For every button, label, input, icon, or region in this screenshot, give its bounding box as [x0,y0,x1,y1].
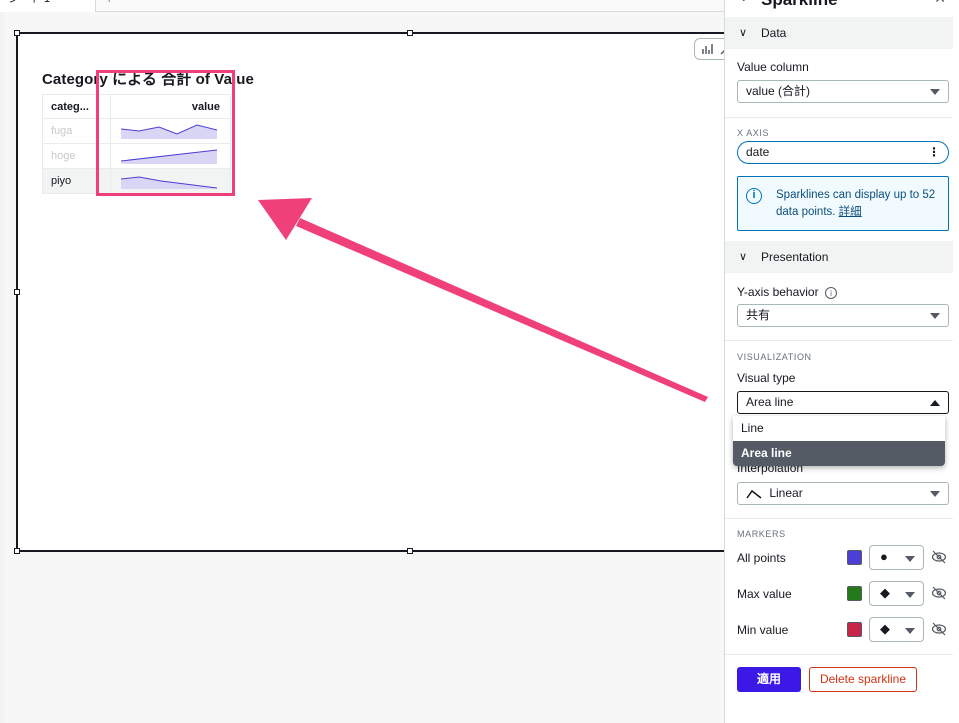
visualization-caption: VISUALIZATION [737,352,812,362]
value-column-label: Value column [737,60,809,74]
y-axis-select[interactable]: 共有 [737,304,949,327]
resize-handle-w[interactable] [14,289,20,295]
resize-handle-sw[interactable] [14,548,20,554]
visual-type-select[interactable]: Area line [737,391,949,414]
back-arrow-icon[interactable]: ‹ [741,0,745,5]
marker-label: Max value [737,587,792,601]
eye-off-icon[interactable] [931,621,947,637]
marker-row-max-value: Max value ◆ [737,580,949,608]
section-data-label: Data [761,26,787,40]
add-sheet-button[interactable]: + [106,0,112,6]
sheet-tab-active[interactable]: シート 1 [0,0,96,12]
app-window: シート 1 + Category による 合計 of Value categ..… [0,0,959,723]
color-swatch[interactable] [847,622,862,637]
section-presentation-header[interactable]: ∨ Presentation [725,241,953,273]
info-icon[interactable]: i [824,286,837,299]
option-area-line[interactable]: Area line [733,441,945,466]
value-column-value: value (合計) [746,84,811,98]
diamond-icon: ◆ [880,585,890,600]
divider [725,518,953,519]
interpolation-select[interactable]: Linear [737,482,949,505]
apply-button[interactable]: 適用 [737,667,801,692]
chart-icon[interactable] [701,42,715,59]
y-axis-label-text: Y-axis behavior [737,285,819,299]
eye-off-icon[interactable] [931,549,947,565]
divider [725,654,953,655]
chevron-down-icon: ∨ [739,27,748,39]
close-icon[interactable]: ✕ [934,0,946,7]
sparkline-settings-panel: ‹ Sparkline ✕ ∨ Data Value column value … [724,0,959,723]
x-axis-field-pill[interactable]: date ⋮ [737,141,949,164]
interpolation-value: Linear [769,486,803,500]
value-column-select[interactable]: value (合計) [737,80,949,103]
color-swatch[interactable] [847,550,862,565]
color-swatch[interactable] [847,586,862,601]
markers-caption: MARKERS [737,529,786,539]
caret-down-icon [905,556,915,562]
linear-line-icon [746,489,762,499]
visual-type-label: Visual type [737,371,796,385]
info-link[interactable]: 詳細 [839,206,862,218]
divider [725,340,953,341]
annotation-highlight-sparklines [96,70,235,196]
section-data-header[interactable]: ∨ Data [725,17,953,49]
caret-down-icon [930,313,940,319]
section-presentation-label: Presentation [761,250,829,264]
marker-shape-select[interactable]: ◆ [869,581,924,606]
caret-down-icon [905,628,915,634]
visual-type-value: Area line [746,395,794,409]
y-axis-value: 共有 [746,308,771,322]
diamond-icon: ◆ [880,621,890,636]
panel-header: ‹ Sparkline ✕ [725,0,959,10]
resize-handle-s[interactable] [407,548,413,554]
marker-label: Min value [737,623,789,637]
sheet-tab-strip: シート 1 + [0,0,724,12]
more-options-icon[interactable]: ⋮ [928,142,940,163]
resize-handle-nw[interactable] [14,30,20,36]
x-axis-caption: X AXIS [737,128,770,138]
eye-off-icon[interactable] [931,585,947,601]
resize-handle-n[interactable] [407,30,413,36]
x-axis-value: date [746,145,770,159]
circle-icon: ● [880,549,888,564]
panel-title: Sparkline [761,0,838,10]
marker-row-min-value: Min value ◆ [737,616,949,644]
marker-shape-select[interactable]: ● [869,545,924,570]
caret-up-icon [930,400,940,406]
info-icon: i [746,188,762,204]
marker-label: All points [737,551,786,565]
caret-down-icon [905,592,915,598]
info-alert: i Sparklines can display up to 52 data p… [737,176,949,231]
marker-shape-select[interactable]: ◆ [869,617,924,642]
option-line[interactable]: Line [733,416,945,441]
delete-sparkline-button[interactable]: Delete sparkline [809,667,917,692]
divider [725,117,953,118]
visual-type-dropdown: Line Area line [733,416,945,466]
marker-row-all-points: All points ● [737,544,949,572]
caret-down-icon [930,491,940,497]
y-axis-label: Y-axis behavior i [737,285,837,299]
chevron-down-icon: ∨ [739,251,748,263]
info-text: Sparklines can display up to 52 data poi… [776,187,944,221]
caret-down-icon [930,89,940,95]
